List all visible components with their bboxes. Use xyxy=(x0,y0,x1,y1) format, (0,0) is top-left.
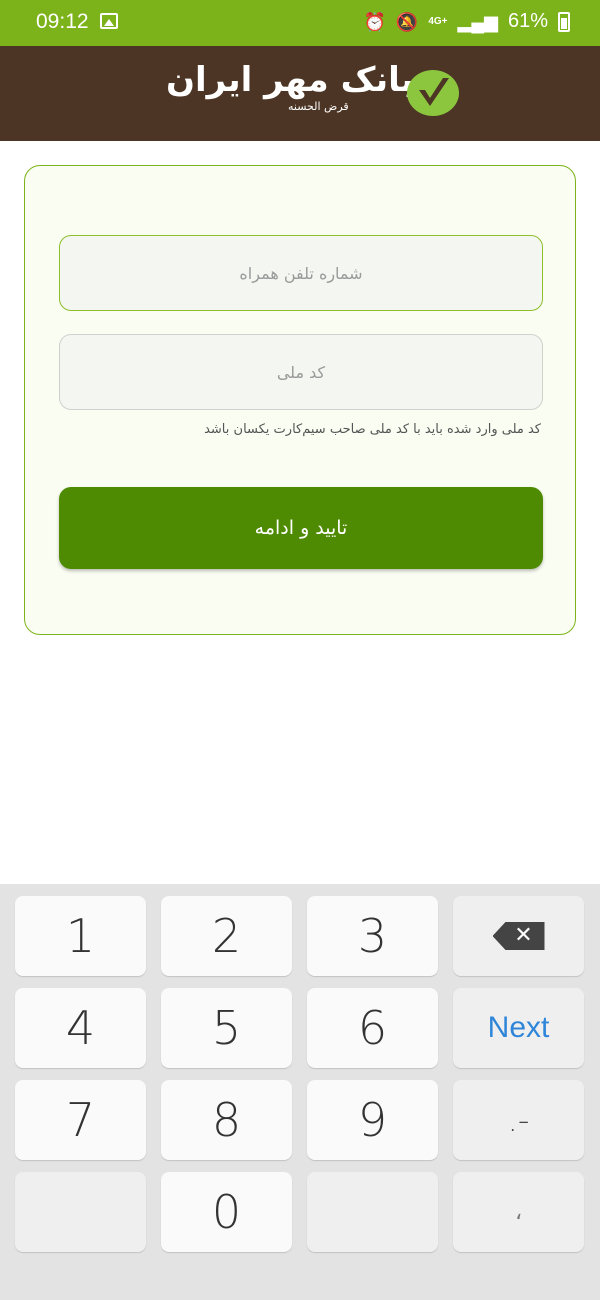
signal-icon: ▂▄▆ xyxy=(457,11,498,32)
backspace-icon: ✕ xyxy=(492,922,545,950)
battery-icon xyxy=(558,11,570,32)
key-7[interactable]: 7 xyxy=(15,1080,146,1160)
status-icons: ⏰ 🔕 4G+ ▂▄▆ 61% xyxy=(363,10,570,33)
gallery-icon xyxy=(100,13,118,29)
key-1[interactable]: 1 xyxy=(15,896,146,976)
key-8[interactable]: 8 xyxy=(161,1080,292,1160)
network-type: 4G+ xyxy=(428,15,448,27)
backspace-key[interactable]: ✕ xyxy=(453,896,584,976)
key-0[interactable]: 0 xyxy=(161,1172,292,1252)
logo-subtitle: قرض الحسنه xyxy=(288,100,349,113)
numeric-keyboard: 1 2 3 ✕ 4 5 6 Next 7 8 9 .- 0 ، xyxy=(0,884,600,1300)
app-header: بانک مهر ایران قرض الحسنه xyxy=(0,46,600,141)
next-key[interactable]: Next xyxy=(453,988,584,1068)
empty-key-left xyxy=(15,1172,146,1252)
alarm-icon: ⏰ xyxy=(363,11,386,32)
national-id-field[interactable] xyxy=(59,334,543,410)
key-3[interactable]: 3 xyxy=(307,896,438,976)
status-bar: 09:12 ⏰ 🔕 4G+ ▂▄▆ 61% xyxy=(0,0,600,46)
comma-key[interactable]: ، xyxy=(453,1172,584,1252)
key-5[interactable]: 5 xyxy=(161,988,292,1068)
national-id-hint: کد ملی وارد شده باید با کد ملی صاحب سیم‌… xyxy=(204,422,541,437)
clock: 09:12 xyxy=(36,10,89,33)
key-4[interactable]: 4 xyxy=(15,988,146,1068)
battery-percent: 61% xyxy=(507,10,548,32)
dot-minus-key[interactable]: .- xyxy=(453,1080,584,1160)
login-card: کد ملی وارد شده باید با کد ملی صاحب سیم‌… xyxy=(24,165,576,635)
phone-field[interactable] xyxy=(59,235,543,311)
key-2[interactable]: 2 xyxy=(161,896,292,976)
empty-key-right xyxy=(307,1172,438,1252)
logo-text: بانک مهر ایران xyxy=(166,60,414,100)
national-id-input[interactable] xyxy=(60,335,542,409)
bank-logo-icon xyxy=(407,70,459,116)
key-9[interactable]: 9 xyxy=(307,1080,438,1160)
confirm-continue-button[interactable]: تایید و ادامه xyxy=(59,487,543,569)
mute-icon: 🔕 xyxy=(395,11,419,32)
key-6[interactable]: 6 xyxy=(307,988,438,1068)
phone-input[interactable] xyxy=(60,236,542,310)
